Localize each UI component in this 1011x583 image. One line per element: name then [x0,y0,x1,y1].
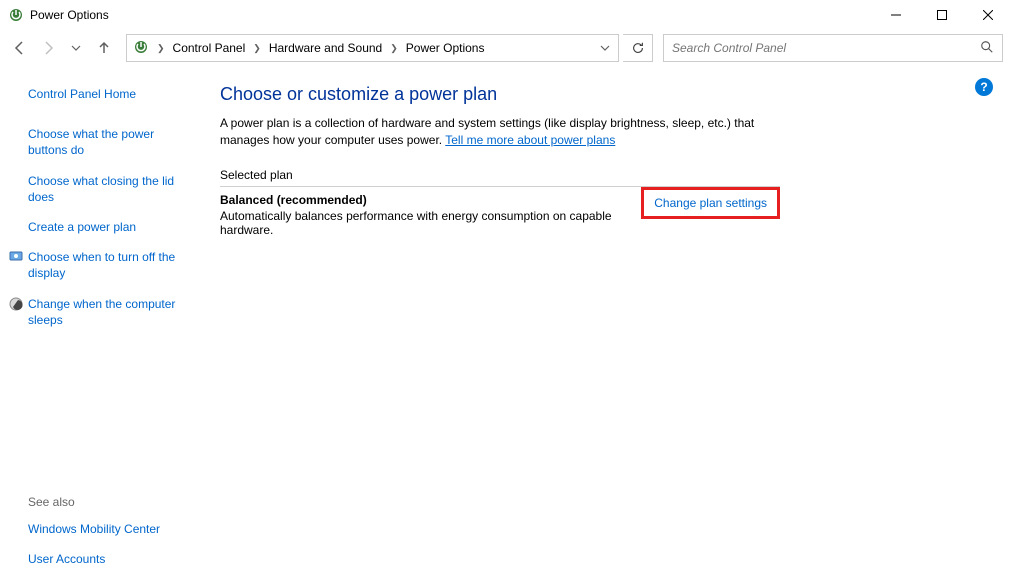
up-button[interactable] [92,36,116,60]
page-heading: Choose or customize a power plan [220,84,971,105]
display-off-icon [8,249,24,265]
titlebar: Power Options [0,0,1011,30]
sidebar-link-computer-sleeps[interactable]: Change when the computer sleeps [28,296,194,328]
search-icon[interactable] [980,40,994,57]
sidebar-link-turn-off-display[interactable]: Choose when to turn off the display [28,249,194,281]
sidebar: Control Panel Home Choose what the power… [0,66,210,583]
address-dropdown-button[interactable] [594,35,616,61]
address-bar[interactable]: ❯ Control Panel ❯ Hardware and Sound ❯ P… [126,34,619,62]
sleep-icon [8,296,24,312]
back-button[interactable] [8,36,32,60]
chevron-right-icon[interactable]: ❯ [155,43,167,54]
plan-name: Balanced (recommended) [220,193,641,207]
see-also-label: See also [28,495,194,509]
breadcrumb-item[interactable]: Power Options [400,37,491,59]
maximize-button[interactable] [919,0,965,30]
navbar: ❯ Control Panel ❯ Hardware and Sound ❯ P… [0,30,1011,66]
recent-locations-button[interactable] [64,36,88,60]
refresh-button[interactable] [623,34,653,62]
page-description: A power plan is a collection of hardware… [220,115,800,150]
sidebar-link-create-plan[interactable]: Create a power plan [28,219,194,235]
search-input[interactable] [672,41,974,55]
plan-info: Balanced (recommended) Automatically bal… [220,193,641,237]
control-panel-home-link[interactable]: Control Panel Home [28,86,194,102]
app-icon [8,7,24,23]
plan-description: Automatically balances performance with … [220,209,641,237]
selected-plan-label: Selected plan [220,168,780,187]
tell-me-more-link[interactable]: Tell me more about power plans [445,133,615,147]
address-icon [133,39,151,57]
window-controls [873,0,1011,30]
see-also-user-accounts[interactable]: User Accounts [28,551,194,567]
window-title: Power Options [30,8,873,22]
sidebar-link-closing-lid[interactable]: Choose what closing the lid does [28,173,194,205]
chevron-right-icon[interactable]: ❯ [388,43,400,54]
plan-row: Balanced (recommended) Automatically bal… [220,193,780,237]
sidebar-link-power-buttons[interactable]: Choose what the power buttons do [28,126,194,158]
content-area: ? Control Panel Home Choose what the pow… [0,66,1011,583]
forward-button[interactable] [36,36,60,60]
close-button[interactable] [965,0,1011,30]
minimize-button[interactable] [873,0,919,30]
main-panel: Choose or customize a power plan A power… [210,66,1011,583]
see-also-mobility-center[interactable]: Windows Mobility Center [28,521,194,537]
breadcrumb-item[interactable]: Control Panel [167,37,252,59]
search-box[interactable] [663,34,1003,62]
chevron-right-icon[interactable]: ❯ [251,43,263,54]
change-plan-settings-link[interactable]: Change plan settings [641,187,780,219]
breadcrumb-item[interactable]: Hardware and Sound [263,37,388,59]
